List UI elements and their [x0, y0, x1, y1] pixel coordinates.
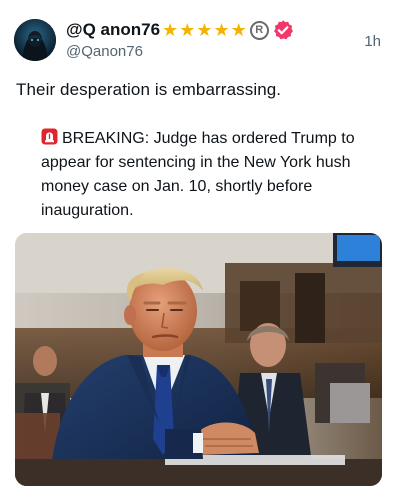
star-icon: ★ — [196, 20, 213, 40]
post-photo[interactable] — [15, 233, 382, 486]
post-timestamp[interactable]: 1h — [364, 33, 381, 50]
star-icon: ★ — [179, 20, 196, 40]
author-name-row: @Q anon76 ★ ★ ★ ★ ★ R — [66, 17, 294, 43]
quote-line: inauguration. — [41, 202, 134, 219]
post-card[interactable]: @Q anon76 ★ ★ ★ ★ ★ R @Qanon76 1h Their … — [0, 0, 398, 500]
quote-line: appear for sentencing in the New York hu… — [41, 154, 351, 171]
registered-mark-icon: R — [249, 20, 269, 40]
quote-line: money case on Jan. 10, shortly before — [41, 178, 313, 195]
hooded-figure-icon — [14, 19, 56, 61]
post-text: Their desperation is embarrassing. — [16, 80, 282, 99]
author-display-name[interactable]: @Q anon76 — [66, 20, 160, 40]
star-icon: ★ — [213, 20, 230, 40]
quote-line: BREAKING: Judge has ordered Trump to — [41, 127, 381, 151]
quote-line-text: BREAKING: Judge has ordered Trump to — [62, 130, 355, 147]
star-icon: ★ — [162, 20, 179, 40]
avatar[interactable] — [14, 19, 56, 61]
verified-badge-icon[interactable] — [272, 19, 294, 41]
police-light-icon — [41, 128, 58, 145]
star-icon: ★ — [230, 20, 247, 40]
author-handle[interactable]: @Qanon76 — [66, 43, 143, 60]
courtroom-photo — [15, 233, 382, 486]
breaking-quote: BREAKING: Judge has ordered Trump to app… — [41, 127, 381, 223]
